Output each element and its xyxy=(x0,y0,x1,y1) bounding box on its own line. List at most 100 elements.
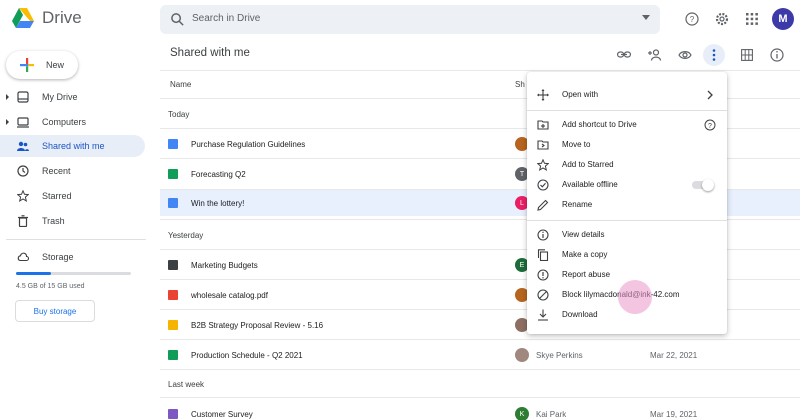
sidebar-item-starred[interactable]: Starred xyxy=(0,185,145,207)
sidebar-item-label: My Drive xyxy=(42,92,78,102)
file-name: Win the lottery! xyxy=(191,199,245,208)
help-icon[interactable]: ? xyxy=(683,10,701,28)
section-heading-today: Today xyxy=(168,110,190,119)
menu-item-available-offline[interactable]: Available offline xyxy=(527,176,727,194)
sidebar-item-storage[interactable]: Storage xyxy=(0,246,145,268)
menu-item-add-to-starred[interactable]: Add to Starred xyxy=(527,156,727,174)
grid-view-icon[interactable] xyxy=(738,46,756,64)
search-options-icon[interactable] xyxy=(642,15,650,20)
file-name: Purchase Regulation Guidelines xyxy=(191,140,306,149)
file-name: Marketing Budgets xyxy=(191,261,258,270)
column-header-name[interactable]: Name xyxy=(170,80,191,89)
row-divider xyxy=(160,369,800,370)
top-bar: Drive Search in Drive ? M xyxy=(0,0,800,40)
pdf-icon xyxy=(168,290,178,300)
menu-item-label: Add shortcut to Drive xyxy=(562,120,637,129)
offline-toggle[interactable] xyxy=(692,179,714,191)
menu-item-label: Move to xyxy=(562,140,591,149)
menu-item-label: Rename xyxy=(562,200,593,209)
sidebar-item-label: Storage xyxy=(42,252,74,262)
click-ripple xyxy=(618,280,652,314)
search-input[interactable]: Search in Drive xyxy=(192,13,260,24)
row-divider xyxy=(160,339,800,340)
help-icon[interactable]: ? xyxy=(704,119,716,131)
sidebar-item-recent[interactable]: Recent xyxy=(0,160,145,182)
menu-item-label: Open with xyxy=(562,90,599,99)
chevron-right-icon xyxy=(707,90,713,100)
column-header-shared-by[interactable]: Sh xyxy=(515,80,525,89)
computer-icon xyxy=(17,117,29,128)
storage-progress-bar xyxy=(16,272,131,275)
svg-text:?: ? xyxy=(690,15,695,24)
trash-icon xyxy=(18,215,28,227)
sidebar-item-label: Starred xyxy=(42,191,72,201)
sidebar-item-label: Computers xyxy=(42,117,87,127)
drive-logo-icon[interactable] xyxy=(12,8,34,28)
sheet-icon xyxy=(168,350,178,360)
settings-gear-icon[interactable] xyxy=(713,10,731,28)
last-modified-date: Mar 22, 2021 xyxy=(650,351,698,360)
sidebar-item-computers[interactable]: Computers xyxy=(0,111,145,133)
file-row[interactable]: Production Schedule - Q2 2021 Skye Perki… xyxy=(160,342,800,368)
file-name: wholesale catalog.pdf xyxy=(191,291,268,300)
buy-storage-button[interactable]: Buy storage xyxy=(15,300,95,322)
search-bar[interactable]: Search in Drive xyxy=(160,5,660,34)
menu-item-make-a-copy[interactable]: Make a copy xyxy=(527,246,727,264)
menu-item-open-with[interactable]: Open with xyxy=(527,86,727,104)
expand-arrow-icon[interactable] xyxy=(6,119,9,125)
info-icon xyxy=(537,229,549,241)
toggle-knob xyxy=(702,179,714,191)
menu-item-rename[interactable]: Rename xyxy=(527,196,727,214)
menu-item-label: Report abuse xyxy=(562,270,611,279)
cloud-icon xyxy=(17,252,29,262)
apps-grid-icon[interactable] xyxy=(743,10,761,28)
offline-icon xyxy=(537,179,549,191)
toolbar-divider xyxy=(160,70,800,71)
sidebar-item-label: Recent xyxy=(42,166,71,176)
link-icon[interactable] xyxy=(615,46,633,64)
sidebar-item-shared-with-me[interactable]: Shared with me xyxy=(0,135,145,157)
more-actions-icon[interactable] xyxy=(703,44,725,66)
info-icon[interactable] xyxy=(768,46,786,64)
star-icon xyxy=(17,190,29,202)
storage-usage-text: 4.5 GB of 15 GB used xyxy=(16,283,85,290)
file-name: Forecasting Q2 xyxy=(191,170,246,179)
shared-icon xyxy=(17,141,29,151)
my-drive-icon xyxy=(17,91,29,103)
menu-item-label: Available offline xyxy=(562,180,618,189)
menu-item-move-to[interactable]: Move to xyxy=(527,136,727,154)
owner-avatar: K xyxy=(515,407,529,420)
menu-item-label: Download xyxy=(562,310,598,319)
clock-icon xyxy=(17,165,29,177)
block-icon xyxy=(537,289,549,301)
report-icon xyxy=(537,269,549,281)
file-name: B2B Strategy Proposal Review - 5.16 xyxy=(191,321,324,330)
storage-progress-fill xyxy=(16,272,51,275)
sidebar-divider xyxy=(6,239,146,240)
shared-folder-icon xyxy=(168,260,178,270)
sidebar-item-my-drive[interactable]: My Drive xyxy=(0,86,145,108)
new-button[interactable]: New xyxy=(6,51,78,79)
menu-item-label: Add to Starred xyxy=(562,160,614,169)
move-folder-icon xyxy=(537,140,549,150)
file-row[interactable]: Customer Survey K Kai Park Mar 19, 2021 xyxy=(160,401,800,420)
section-heading-yesterday: Yesterday xyxy=(168,231,204,240)
doc-icon xyxy=(168,198,178,208)
add-person-icon[interactable] xyxy=(646,46,664,64)
add-shortcut-icon xyxy=(537,120,549,130)
menu-divider xyxy=(527,110,727,111)
account-avatar[interactable]: M xyxy=(772,8,794,30)
owner-name: Kai Park xyxy=(536,410,567,419)
menu-item-view-details[interactable]: View details xyxy=(527,226,727,244)
sidebar-item-label: Shared with me xyxy=(42,141,105,151)
slides-icon xyxy=(168,320,178,330)
menu-item-add-shortcut[interactable]: Add shortcut to Drive ? xyxy=(527,116,727,134)
expand-arrow-icon[interactable] xyxy=(6,94,9,100)
app-name[interactable]: Drive xyxy=(42,8,82,28)
plus-icon xyxy=(20,58,34,72)
new-button-label: New xyxy=(46,60,65,70)
sidebar-item-label: Trash xyxy=(42,216,65,226)
preview-eye-icon[interactable] xyxy=(676,46,694,64)
owner-name: Skye Perkins xyxy=(536,351,583,360)
sidebar-item-trash[interactable]: Trash xyxy=(0,210,145,232)
